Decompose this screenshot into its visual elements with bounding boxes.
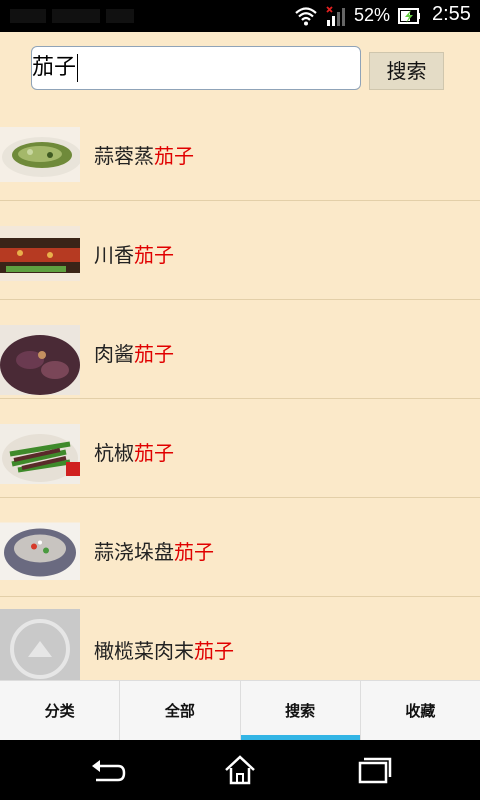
tab-all[interactable]: 全部 bbox=[120, 681, 241, 741]
battery-charging-icon bbox=[398, 8, 420, 24]
signal-icon bbox=[326, 6, 345, 26]
recipe-title: 蒜浇垛盘茄子 bbox=[94, 540, 214, 564]
search-input-value: 茄子 bbox=[32, 55, 77, 80]
steamed-eggplant-thumbnail bbox=[0, 127, 80, 182]
list-item[interactable]: 川香茄子 bbox=[0, 201, 480, 300]
search-button[interactable]: 搜索 bbox=[369, 52, 444, 90]
home-icon[interactable] bbox=[220, 754, 260, 786]
tab-search[interactable]: 搜索 bbox=[240, 681, 361, 741]
search-input[interactable]: 茄子 bbox=[31, 46, 361, 90]
recipe-title: 蒜蓉蒸茄子 bbox=[94, 144, 194, 168]
recipe-title: 橄榄菜肉末茄子 bbox=[94, 639, 234, 663]
notification-area bbox=[10, 8, 250, 24]
tab-favorites[interactable]: 收藏 bbox=[361, 681, 480, 741]
system-navigation-bar bbox=[0, 740, 480, 800]
back-icon[interactable] bbox=[88, 754, 128, 786]
result-list: 蒜蓉蒸茄子 川香茄子 肉酱茄子 杭椒茄子 蒜浇垛盘茄子 橄榄菜肉末茄子 bbox=[0, 102, 480, 696]
status-bar: 52% 2:55 bbox=[0, 0, 480, 32]
list-item[interactable]: 肉酱茄子 bbox=[0, 300, 480, 399]
recipe-title: 川香茄子 bbox=[94, 243, 174, 267]
tab-categories[interactable]: 分类 bbox=[0, 681, 121, 741]
text-cursor bbox=[77, 54, 79, 82]
recipe-title: 杭椒茄子 bbox=[94, 441, 174, 465]
wifi-icon bbox=[295, 7, 317, 26]
meat-sauce-eggplant-thumbnail bbox=[0, 325, 80, 395]
list-item[interactable]: 蒜浇垛盘茄子 bbox=[0, 498, 480, 597]
clock: 2:55 bbox=[432, 3, 471, 25]
bottom-tab-bar: 分类 全部 搜索 收藏 bbox=[0, 680, 480, 741]
garlic-eggplant-thumbnail bbox=[0, 522, 80, 580]
pepper-eggplant-thumbnail bbox=[0, 424, 80, 484]
sichuan-eggplant-thumbnail bbox=[0, 226, 80, 281]
list-item[interactable]: 蒜蓉蒸茄子 bbox=[0, 102, 480, 201]
recent-apps-icon[interactable] bbox=[354, 754, 394, 786]
recipe-title: 肉酱茄子 bbox=[94, 342, 174, 366]
list-item[interactable]: 杭椒茄子 bbox=[0, 399, 480, 498]
placeholder-thumbnail bbox=[0, 609, 80, 689]
battery-percent: 52% bbox=[354, 5, 391, 25]
